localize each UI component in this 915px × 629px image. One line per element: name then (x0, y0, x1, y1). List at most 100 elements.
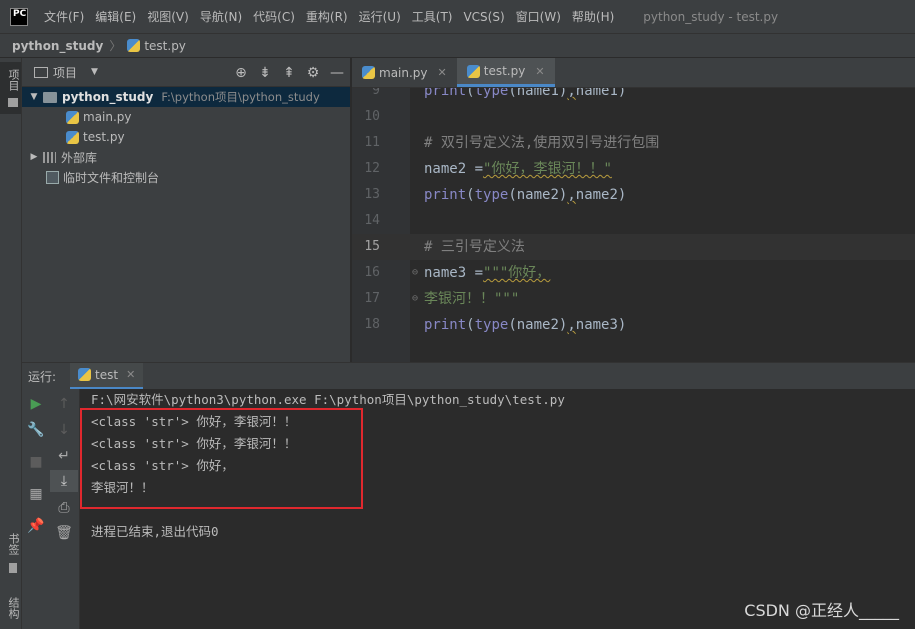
breadcrumb-file[interactable]: test.py (144, 39, 186, 53)
project-panel-actions: ⊕ ⇟ ⇞ ⚙ — (224, 58, 344, 87)
menu-help[interactable]: 帮助(H) (572, 8, 614, 25)
close-icon[interactable]: ✕ (535, 65, 544, 78)
collapse-arrow-icon[interactable]: ▶ (28, 152, 40, 162)
tree-file-test-py[interactable]: test.py (22, 127, 350, 147)
code-string: 李银河！！""" (424, 291, 520, 307)
code-text: name3 ="""你好， (424, 260, 550, 286)
menu-code[interactable]: 代码(C) (253, 8, 295, 25)
scroll-to-end-icon[interactable]: ⤓ (50, 470, 78, 492)
minimize-icon[interactable]: — (330, 65, 344, 81)
folder-icon (8, 98, 18, 108)
close-icon[interactable]: ✕ (438, 66, 447, 79)
code-text: print(type(name1),name1) (424, 88, 627, 99)
code-line-current[interactable]: 15 # 三引号定义法 (352, 234, 915, 260)
left-tool-strip: 项目 书签 结构 (0, 58, 22, 629)
breadcrumb: python_study 〉 test.py (0, 33, 915, 58)
tree-file-label: test.py (83, 130, 125, 144)
tree-root-name: python_study (62, 90, 154, 104)
code-line[interactable]: 12 name2 ="你好，李银河！！" (352, 156, 915, 182)
menu-view[interactable]: 视图(V) (147, 8, 189, 25)
run-toolbar-primary: ▶ 🔧 ■ ▦ 📌 (22, 389, 50, 629)
menu-edit[interactable]: 编辑(E) (95, 8, 136, 25)
arrow-down-icon[interactable]: ↓ (50, 419, 78, 441)
chevron-right-icon: 〉 (109, 39, 122, 53)
menu-vcs[interactable]: VCS(S) (463, 10, 504, 24)
bookmarks-tool-tab[interactable]: 书签 (0, 528, 21, 578)
project-panel-title[interactable]: 项目 (53, 64, 77, 81)
line-number: 10 (364, 109, 380, 124)
code-line[interactable]: 17 ⊖ 李银河！！""" (352, 286, 915, 312)
line-number: 18 (364, 317, 380, 332)
code-line[interactable]: 10 (352, 104, 915, 130)
line-number: 9 (372, 88, 380, 98)
run-toolbar-secondary: ↑ ↓ ↵ ⤓ ⎙ 🗑 (50, 389, 80, 629)
gear-icon[interactable]: ⚙ (306, 65, 320, 81)
soft-wrap-icon[interactable]: ↵ (50, 445, 78, 467)
expand-all-icon[interactable]: ⇟ (258, 65, 272, 81)
code-line[interactable]: 18 print(type(name2),name3) (352, 312, 915, 338)
line-number: 13 (364, 187, 380, 202)
layout-icon[interactable]: ▦ (22, 483, 50, 505)
menu-refactor[interactable]: 重构(R) (306, 8, 348, 25)
wrench-icon[interactable]: 🔧 (22, 419, 50, 441)
menu-run[interactable]: 运行(U) (359, 8, 401, 25)
code-text: name2 ="你好，李银河！！" (424, 156, 612, 182)
tree-file-label: main.py (83, 110, 132, 124)
stop-icon[interactable]: ■ (22, 451, 50, 473)
code-assignment: name2 = (424, 161, 484, 177)
folder-icon (43, 91, 57, 103)
breadcrumb-project[interactable]: python_study (12, 39, 103, 53)
code-comment: # 三引号定义法 (424, 239, 525, 255)
collapse-all-icon[interactable]: ⇞ (282, 65, 296, 81)
menu-file[interactable]: 文件(F) (44, 8, 84, 25)
line-number: 14 (364, 213, 380, 228)
code-editor[interactable]: 9 print(type(name1),name1) 10 11 # 双引号定义… (352, 88, 915, 362)
line-number: 15 (364, 239, 380, 254)
code-text: print(type(name2),name3) (424, 317, 627, 333)
run-panel-label: 运行: (28, 369, 57, 384)
trash-icon[interactable]: 🗑 (50, 522, 78, 544)
tree-file-main-py[interactable]: main.py (22, 107, 350, 127)
watermark: CSDN @正经人_____ (744, 601, 899, 620)
tree-root-path: F:\python项目\python_study (161, 90, 320, 104)
menubar: PC 文件(F) 编辑(E) 视图(V) 导航(N) 代码(C) 重构(R) 运… (0, 0, 915, 33)
fold-icon[interactable]: ⊖ (412, 286, 418, 312)
project-tool-tab[interactable]: 项目 (0, 62, 21, 114)
menu-navigate[interactable]: 导航(N) (200, 8, 242, 25)
tree-scratches-label: 临时文件和控制台 (63, 170, 160, 185)
structure-tool-tab[interactable]: 结构 (0, 588, 21, 628)
tab-label: test.py (483, 64, 526, 78)
tree-external-libraries[interactable]: ▶ 外部库 (22, 147, 350, 167)
code-line[interactable]: 14 (352, 208, 915, 234)
project-folder-icon (34, 66, 48, 78)
run-tab-label: test (95, 367, 119, 382)
python-file-icon (362, 66, 375, 79)
expand-arrow-icon[interactable]: ▼ (28, 92, 40, 102)
code-line[interactable]: 9 print(type(name1),name1) (352, 88, 915, 104)
bookmark-icon (9, 562, 17, 573)
menu-window[interactable]: 窗口(W) (516, 8, 561, 25)
code-line[interactable]: 16 ⊖ name3 ="""你好， (352, 260, 915, 286)
print-icon[interactable]: ⎙ (50, 497, 78, 519)
window-title: python_study - test.py (643, 9, 779, 24)
pin-icon[interactable]: 📌 (22, 515, 50, 537)
console-exit-line: 进程已结束,退出代码0 (91, 524, 219, 539)
run-panel-header: 运行: test ✕ (22, 362, 915, 390)
tree-root-python-study[interactable]: ▼ python_study F:\python项目\python_study (22, 87, 350, 107)
code-line[interactable]: 13 print(type(name2),name2) (352, 182, 915, 208)
arrow-up-icon[interactable]: ↑ (50, 393, 78, 415)
run-tab-test[interactable]: test ✕ (70, 362, 144, 390)
locate-icon[interactable]: ⊕ (234, 65, 248, 81)
tab-main-py[interactable]: main.py ✕ (352, 58, 457, 87)
menu-tools[interactable]: 工具(T) (412, 8, 453, 25)
tab-test-py[interactable]: test.py ✕ (456, 58, 555, 87)
tree-scratches[interactable]: 临时文件和控制台 (22, 167, 350, 187)
close-icon[interactable]: ✕ (126, 368, 135, 381)
code-string: """你好， (483, 265, 551, 281)
chevron-down-icon[interactable]: ▼ (91, 67, 98, 77)
rerun-icon[interactable]: ▶ (22, 393, 50, 415)
line-number: 17 (364, 291, 380, 306)
fold-icon[interactable]: ⊖ (412, 260, 418, 286)
code-line[interactable]: 11 # 双引号定义法,使用双引号进行包围 (352, 130, 915, 156)
code-string: "你好，李银河！！" (483, 161, 612, 177)
